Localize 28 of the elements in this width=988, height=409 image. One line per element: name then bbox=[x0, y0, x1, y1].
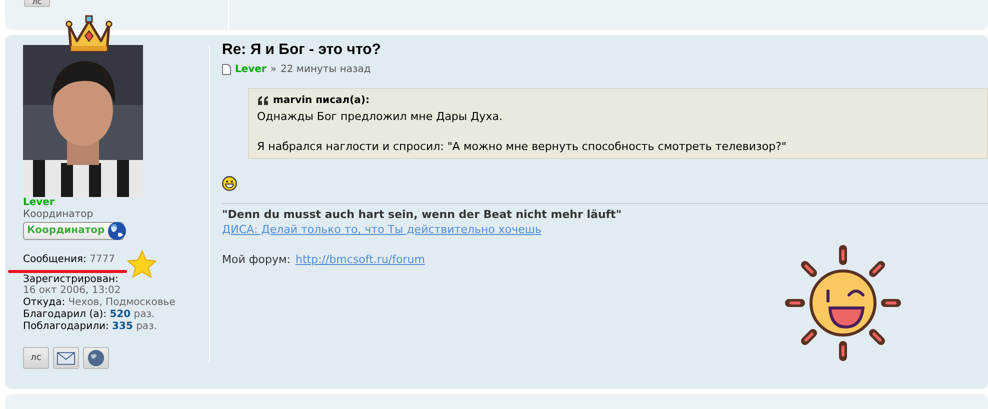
author-link[interactable]: Lever bbox=[235, 64, 266, 75]
star-icon bbox=[127, 250, 157, 278]
username: Lever bbox=[23, 197, 56, 209]
post-count: Сообщения: 7777 bbox=[23, 254, 116, 266]
post-time: 22 минуты назад bbox=[280, 64, 371, 75]
separator: » bbox=[270, 64, 277, 75]
document-icon bbox=[222, 64, 231, 75]
winking-sun-icon bbox=[783, 243, 903, 363]
post-title: Re: Я и Бог - это что? bbox=[222, 41, 382, 58]
quote-author: marvin писал(а): bbox=[273, 95, 370, 106]
signature-link[interactable]: ДИСА: Делай только то, что Ты действительно хочешь bbox=[222, 223, 542, 236]
forum-label: Мой форум: bbox=[222, 253, 290, 266]
location: Откуда: Чехов, Подмосковье bbox=[23, 297, 176, 309]
rank-badge: Координатор bbox=[23, 222, 124, 240]
website-button[interactable] bbox=[83, 347, 109, 369]
quote-text: Однажды Бог предложил мне Дары Духа. bbox=[257, 110, 504, 123]
signature-quote: "Denn du musst auch hart sein, wenn der Beat nicht mehr läuft" bbox=[222, 208, 623, 221]
thanked-count: Благодарил (а): 520 раз. bbox=[23, 309, 155, 321]
quote-text: Я набрался наглости и спросил: "А можно мне вернуть способность смотреть телевизор?" bbox=[257, 140, 788, 153]
user-rank: Координатор bbox=[23, 209, 94, 221]
forum-link[interactable]: http://bmcsoft.ru/forum bbox=[296, 253, 425, 266]
email-button[interactable] bbox=[53, 347, 79, 369]
smiley-icon bbox=[222, 176, 237, 191]
quote-mark-icon bbox=[257, 96, 269, 105]
registered-label: Зарегистрирован: bbox=[23, 274, 118, 285]
thanks-received-count: Поблагодарили: 335 раз. bbox=[23, 321, 158, 333]
registered-date: 16 окт 2006, 13:02 bbox=[23, 285, 121, 297]
pm-button[interactable]: лс bbox=[23, 347, 49, 369]
